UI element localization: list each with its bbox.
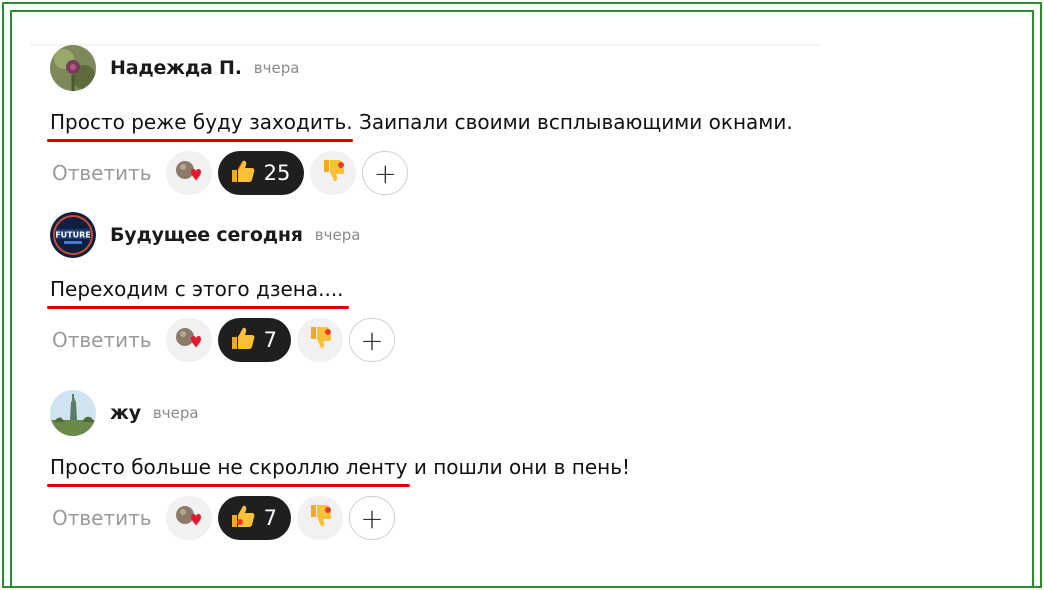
add-reaction-button[interactable]: + [362, 151, 409, 195]
reply-button[interactable]: Ответить [52, 506, 152, 530]
underlined-text: Просто больше не скроллю ленту [47, 455, 410, 487]
comment-text: Просто реже буду заходить. Заипали своим… [47, 110, 950, 142]
author-name[interactable]: Будущее сегодня [110, 224, 303, 246]
reply-button[interactable]: Ответить [52, 328, 152, 352]
text-part: Просто больше не скроллю ленту [50, 455, 408, 479]
add-reaction-button[interactable]: + [348, 496, 395, 540]
reactions-button[interactable] [165, 496, 212, 540]
dislike-button[interactable] [296, 318, 343, 362]
thumbs-up-icon [228, 324, 256, 357]
like-count: 7 [263, 328, 277, 352]
like-count: 7 [263, 506, 277, 530]
comment-actions: Ответить 7 + [50, 495, 950, 541]
avatar-logo-text: FUTURE [55, 231, 91, 240]
underlined-text: Просто реже буду заходить. [47, 110, 353, 142]
comment-header: жу вчера [50, 390, 950, 436]
add-reaction-button[interactable]: + [348, 318, 395, 362]
thumbs-down-icon [320, 157, 346, 189]
like-button[interactable]: 7 [217, 496, 291, 540]
comment-header: Надежда П. вчера [50, 45, 950, 91]
reactions-button[interactable] [165, 151, 212, 195]
underlined-text: Переходим с этого дзена.... [47, 277, 349, 309]
avatar[interactable] [50, 390, 96, 436]
reactions-heart-icon [174, 158, 204, 188]
thumbs-up-icon [228, 502, 256, 535]
avatar[interactable]: FUTURE [50, 212, 96, 258]
comment-text: Переходим с этого дзена.... [47, 277, 950, 309]
reactions-heart-icon [174, 503, 204, 533]
text-part: Переходим с этого дзена.... [50, 277, 344, 301]
like-button[interactable]: 25 [217, 151, 305, 195]
red-underline [47, 306, 349, 309]
comment-actions: Ответить 25 + [50, 150, 950, 196]
comment-time: вчера [152, 404, 199, 422]
plus-icon: + [360, 501, 384, 535]
comment-header: FUTURE Будущее сегодня вчера [50, 212, 950, 258]
dislike-button[interactable] [296, 496, 343, 540]
red-underline [47, 484, 410, 487]
like-count: 25 [263, 161, 291, 185]
author-name[interactable]: Надежда П. [110, 57, 242, 79]
author-name[interactable]: жу [110, 402, 141, 424]
avatar[interactable] [50, 45, 96, 91]
reply-button[interactable]: Ответить [52, 161, 152, 185]
plus-icon: + [360, 323, 384, 357]
text-part: Заипали своими всплывающими окнами. [352, 110, 793, 134]
plus-icon: + [373, 156, 398, 190]
thumbs-down-icon [307, 502, 333, 534]
text-part: и пошли они в пень! [407, 455, 631, 479]
comment: жу вчера Просто больше не скроллю ленту … [47, 390, 950, 541]
comment: FUTURE Будущее сегодня вчера Переходим с… [47, 212, 950, 363]
red-underline [47, 139, 353, 142]
comment-time: вчера [314, 226, 361, 244]
dislike-button[interactable] [310, 151, 357, 195]
reactions-button[interactable] [165, 318, 212, 362]
comment-time: вчера [253, 59, 300, 77]
comment: Надежда П. вчера Просто реже буду заходи… [47, 45, 950, 196]
like-button[interactable]: 7 [217, 318, 291, 362]
text-part: Просто реже буду заходить. [50, 110, 353, 134]
thumbs-down-icon [307, 324, 333, 356]
comment-text: Просто больше не скроллю ленту и пошли о… [47, 455, 950, 487]
reactions-heart-icon [174, 325, 204, 355]
thumbs-up-icon [228, 157, 256, 190]
comment-actions: Ответить 7 + [50, 317, 950, 363]
